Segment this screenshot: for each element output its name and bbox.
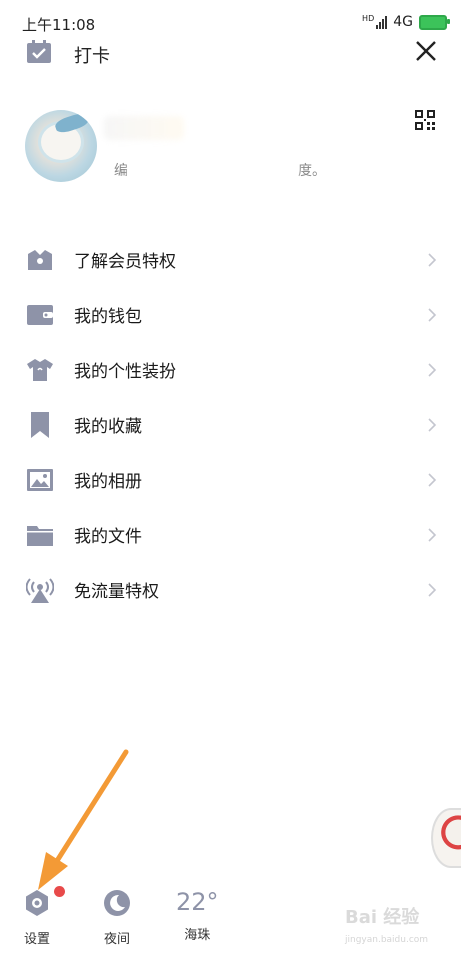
settings-label: 设置 (23, 932, 50, 947)
menu-item-free-data[interactable]: 免流量特权 (0, 562, 461, 617)
menu-item-files[interactable]: 我的文件 (0, 507, 461, 562)
drawer-menu: 了解会员特权 我的钱包 我的个性装扮 我的收藏 我的相册 我的文件 免流量特权 (0, 232, 461, 617)
moon-icon (104, 890, 130, 916)
nickname-masked (104, 116, 184, 140)
watermark: Bai 经验 (345, 907, 420, 928)
chevron-right-icon (428, 307, 437, 322)
floating-mascot[interactable] (431, 808, 461, 868)
signal-icon (376, 15, 388, 29)
menu-item-album[interactable]: 我的相册 (0, 452, 461, 507)
menu-item-theme[interactable]: 我的个性装扮 (0, 342, 461, 397)
menu-label: 我的收藏 (74, 417, 142, 437)
chevron-right-icon (428, 417, 437, 432)
signature-prefix: 编 (114, 163, 128, 179)
status-bar: 上午11:08 HD 4G (0, 0, 461, 40)
chevron-right-icon (428, 472, 437, 487)
chevron-right-icon (428, 582, 437, 597)
close-icon[interactable] (413, 38, 439, 64)
night-mode-button[interactable]: 夜间 (102, 888, 132, 947)
broadcast-icon (26, 577, 54, 603)
chevron-right-icon (428, 362, 437, 377)
menu-label: 我的相册 (74, 472, 142, 492)
weather-temperature: 22° (176, 888, 219, 916)
wallet-icon (27, 304, 53, 325)
network-label: 4G (393, 14, 413, 30)
gear-icon (26, 890, 48, 916)
weather-city: 海珠 (184, 928, 211, 943)
weather-widget[interactable]: 22° 海珠 (176, 888, 219, 943)
menu-item-vip[interactable]: 了解会员特权 (0, 232, 461, 287)
hd-label: HD (362, 13, 375, 23)
menu-label: 我的个性装扮 (74, 362, 176, 382)
signature-suffix: 度。 (298, 163, 326, 179)
menu-item-favorites[interactable]: 我的收藏 (0, 397, 461, 452)
chevron-right-icon (428, 252, 437, 267)
menu-label: 免流量特权 (74, 582, 159, 602)
photo-icon (27, 468, 53, 491)
checkin-icon[interactable] (26, 40, 52, 64)
menu-label: 我的钱包 (74, 307, 142, 327)
menu-label: 我的文件 (74, 527, 142, 547)
bookmark-icon (31, 411, 49, 438)
crown-icon (28, 249, 52, 270)
signature-mask (128, 163, 298, 179)
drawer-header: 打卡 (0, 36, 461, 72)
battery-icon (419, 14, 450, 30)
signature[interactable]: 编 度。 (114, 160, 326, 180)
checkin-label[interactable]: 打卡 (74, 42, 110, 68)
chevron-right-icon (428, 527, 437, 542)
status-time: 上午11:08 (22, 16, 96, 34)
avatar[interactable] (25, 110, 97, 182)
shirt-icon (27, 358, 53, 381)
profile-section[interactable]: 编 度。 (0, 100, 461, 200)
status-indicators: HD 4G (362, 13, 450, 30)
menu-item-wallet[interactable]: 我的钱包 (0, 287, 461, 342)
menu-label: 了解会员特权 (74, 252, 176, 272)
watermark-url: jingyan.baidu.com (345, 935, 429, 945)
folder-icon (27, 525, 53, 546)
settings-button[interactable]: 设置 (22, 888, 52, 947)
night-label: 夜间 (103, 932, 130, 947)
qr-code-icon[interactable] (415, 110, 435, 130)
notification-dot (54, 886, 65, 897)
